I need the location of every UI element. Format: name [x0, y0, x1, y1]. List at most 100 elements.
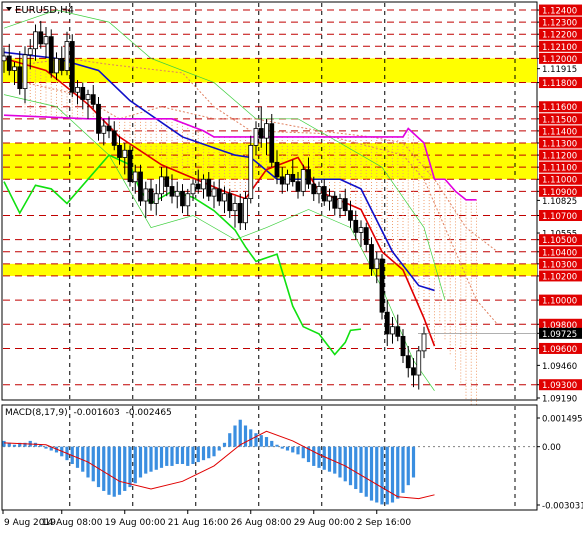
price-label: 1.12100 [542, 43, 577, 53]
macd-histogram-bar [217, 446, 221, 451]
macd-histogram-bar [207, 446, 211, 459]
macd-axis-label: -0.003031 [542, 502, 583, 512]
candle-body [117, 145, 122, 158]
price-label: 1.11100 [542, 164, 577, 174]
macd-histogram-bar [96, 446, 101, 488]
candle-body [206, 178, 212, 197]
price-label: 1.09725 [542, 330, 577, 340]
macd-histogram-bar [196, 446, 200, 463]
candle-body [337, 198, 343, 209]
macd-histogram-bar [259, 435, 263, 447]
macd-histogram-bar [338, 446, 342, 478]
candle-body [390, 326, 395, 335]
time-label: 26 Aug 08:00 [231, 518, 292, 528]
price-label: 1.10400 [542, 248, 577, 258]
macd-title-value: -0.001603 [74, 408, 120, 418]
macd-histogram-bar [102, 446, 106, 491]
price-label: 1.11600 [542, 103, 577, 113]
yellow-zone [3, 263, 537, 276]
price-label: 1.11500 [542, 115, 577, 125]
price-label: 1.12400 [542, 7, 577, 17]
price-label: 1.09190 [542, 395, 577, 405]
macd-histogram-bar [154, 446, 158, 470]
macd-histogram-bar [222, 442, 227, 447]
macd-axis-label: 0.00 [542, 443, 561, 453]
candle-body [59, 57, 65, 71]
macd-histogram-bar [228, 433, 232, 447]
price-label: 1.09460 [542, 362, 577, 372]
candle-body [269, 123, 275, 163]
price-label: 1.09300 [542, 381, 577, 391]
candle-body [22, 54, 28, 90]
candle-body [48, 36, 54, 74]
macd-histogram-bar [285, 446, 290, 451]
macd-histogram-bar [238, 419, 242, 447]
macd-histogram-bar [117, 446, 122, 495]
candle-body [12, 66, 17, 71]
macd-histogram-bar [243, 425, 248, 447]
macd-histogram-bar [138, 446, 143, 478]
macd-title-signal: -0.002465 [126, 408, 172, 418]
candle-body [69, 41, 75, 93]
candle-body [75, 86, 80, 93]
macd-histogram-bar [359, 446, 363, 493]
candle-body [290, 174, 296, 183]
candle-body [421, 333, 427, 352]
candle-body [237, 203, 243, 224]
candle-body [54, 57, 59, 74]
candle-body [232, 203, 238, 212]
time-label: 14 Aug 08:00 [42, 518, 103, 528]
candle-body [227, 193, 233, 212]
candle-body [190, 183, 196, 195]
candle-body [1, 55, 7, 62]
candle-body [321, 186, 327, 202]
candle-body [353, 219, 359, 233]
candle-body [159, 176, 164, 195]
macd-histogram-bar [333, 446, 337, 474]
macd-histogram-bar [301, 446, 305, 459]
price-label: 1.10200 [542, 272, 577, 282]
time-axis: 9 Aug 201914 Aug 08:00 19 Aug 00:00 21 Aug… [2, 510, 411, 528]
candle-body [295, 181, 301, 192]
candle-body [285, 174, 290, 185]
macd-histogram-bar [44, 446, 48, 449]
candle-body [384, 311, 390, 335]
macd-histogram-bar [170, 446, 174, 466]
macd-histogram-bar [401, 446, 405, 493]
candle-body [306, 169, 311, 185]
macd-histogram-bar [380, 446, 384, 505]
candle-body [274, 161, 280, 178]
macd-histogram-bar [348, 446, 353, 486]
price-label: 1.11000 [542, 176, 577, 186]
candle-body [143, 188, 149, 202]
candle-body [405, 355, 411, 369]
candle-body [211, 188, 217, 197]
time-label: 29 Aug 00:00 [294, 518, 355, 528]
candle-body [358, 227, 364, 233]
macd-axis-label: 0.001495 [542, 415, 583, 425]
price-label: 1.12200 [542, 31, 577, 41]
macd-histogram-bar [128, 446, 132, 488]
macd-histogram-bar [191, 446, 195, 465]
macd-histogram-bar [375, 446, 379, 503]
time-label: 21 Aug 16:00 [168, 518, 229, 528]
macd-histogram-bar [264, 437, 269, 447]
macd-axis: 0.001495 0.00 -0.003031 [537, 415, 583, 512]
candle-body [33, 31, 38, 50]
candle-body [264, 123, 269, 139]
macd-histogram-bar [343, 446, 347, 482]
candle-body [327, 195, 332, 202]
candle-body [64, 41, 70, 71]
macd-histogram-bar [249, 429, 253, 447]
price-label: 1.11400 [542, 127, 577, 137]
candle-body [180, 190, 185, 207]
candle-body [169, 186, 175, 197]
chart-title-text: EURUSD,H4 [15, 5, 74, 16]
price-label: 1.12000 [542, 55, 577, 65]
price-label: 1.11300 [542, 139, 577, 149]
candle-body [185, 193, 191, 207]
price-label: 1.10300 [542, 260, 577, 270]
candle-body [138, 171, 143, 202]
candle-body [27, 48, 33, 56]
candle-body [279, 176, 285, 185]
